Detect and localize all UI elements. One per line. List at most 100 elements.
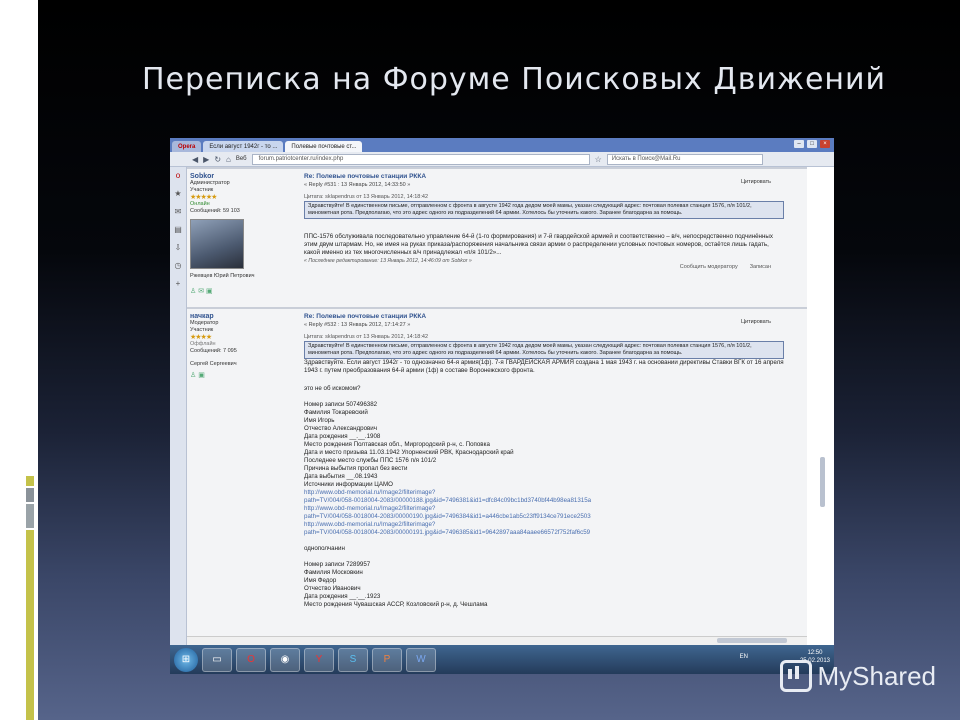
profile-icons[interactable]: ♙ ▣ <box>190 372 276 379</box>
vertical-scrollbar[interactable] <box>808 167 834 645</box>
record-line: Причина выбытия пропал без вести <box>304 465 408 472</box>
quote-block: Здравствуйте! В единственном письме, отп… <box>304 341 784 359</box>
post-author: Sobkor Администратор Участник ★★★★★ Онла… <box>190 173 276 295</box>
source-link[interactable]: path=TV/004/058-0018004-2083/00000191.jp… <box>304 529 784 537</box>
record-1: Номер записи 507496382 Фамилия Токаревск… <box>304 401 784 489</box>
post-reply-info: « Reply #531 : 13 Январь 2012, 14:33:50 … <box>304 182 411 188</box>
author-full-name: Сергей Сергеевич <box>190 361 237 367</box>
post-text: ППС-1576 обслуживала последовательно упр… <box>304 233 773 256</box>
slide-title: Переписка на Форуме Поисковых Движений <box>142 62 887 97</box>
minimize-icon[interactable]: – <box>794 140 804 148</box>
opera-icon[interactable]: o <box>170 167 186 185</box>
record-line: Отчество Иванович <box>304 585 361 592</box>
report-button[interactable]: Сообщить модератору <box>680 264 738 270</box>
opera-menu-button[interactable]: Opera <box>172 141 202 152</box>
source-link[interactable]: http://www.obd-memorial.ru/Image2/filter… <box>304 489 784 497</box>
record-line: Последнее место службы ППС 1576 п/я 101/… <box>304 457 437 464</box>
add-panel-icon[interactable]: + <box>170 275 186 293</box>
author-nick[interactable]: начкар <box>190 313 276 320</box>
cite-button[interactable]: Цитировать <box>741 319 771 325</box>
post-actions: Сообщить модератору Записан <box>680 264 771 270</box>
window-controls: – □ × <box>794 140 830 148</box>
author-group: Участник <box>190 187 214 193</box>
tab-label: Полевые почтовые ст... <box>291 143 357 150</box>
author-full-name: Ржевцев Юрий Петрович <box>190 273 255 279</box>
yandex-icon[interactable]: Y <box>304 647 334 672</box>
logged-label: Записан <box>749 264 771 270</box>
author-group: Участник <box>190 327 214 333</box>
rank-stars-icon: ★★★★★ <box>190 194 217 201</box>
author-role: Администратор <box>190 180 230 186</box>
chrome-icon[interactable]: ◉ <box>270 647 300 672</box>
record-line: Номер записи 507496382 <box>304 401 378 408</box>
scroll-thumb[interactable] <box>820 457 825 507</box>
mail-icon[interactable]: ✉ <box>170 203 186 221</box>
search-input[interactable]: Искать в Поиск@Mail.Ru <box>606 153 763 165</box>
tab-field-post[interactable]: Полевые почтовые ст... <box>285 141 363 152</box>
maximize-icon[interactable]: □ <box>807 140 817 148</box>
decor-bar <box>26 504 34 528</box>
skype-icon[interactable]: S <box>338 647 368 672</box>
post-body: Re: Полевые почтовые станции РККА « Repl… <box>304 313 784 609</box>
post-subject[interactable]: Re: Полевые почтовые станции РККА <box>304 313 784 321</box>
source-links: http://www.obd-memorial.ru/Image2/filter… <box>304 489 784 537</box>
background: Переписка на Форуме Поисковых Движений O… <box>0 0 960 720</box>
quote-header[interactable]: Цитата: sklapendrus от 13 Январь 2012, 1… <box>304 333 784 341</box>
forward-icon[interactable]: ▶ <box>203 155 209 164</box>
bookmarks-icon[interactable]: ★ <box>170 185 186 203</box>
record-line: Место рождения Полтавская обл., Миргород… <box>304 441 490 448</box>
horizontal-scrollbar[interactable] <box>187 636 807 645</box>
home-icon[interactable]: ⌂ <box>226 155 231 164</box>
cite-button[interactable]: Цитировать <box>741 179 771 185</box>
clock-time: 12:50 <box>807 650 823 656</box>
source-link[interactable]: path=TV/004/058-0018004-2083/00000188.jp… <box>304 497 784 505</box>
decor-bar <box>26 488 34 502</box>
source-link[interactable]: http://www.obd-memorial.ru/Image2/filter… <box>304 505 784 513</box>
quote-header[interactable]: Цитата: sklapendrus от 13 Январь 2012, 1… <box>304 193 784 201</box>
decor-bar <box>26 476 34 486</box>
reload-icon[interactable]: ↻ <box>214 155 221 164</box>
post-intro: Здравствуйте. Если август 1942г - то одн… <box>304 359 784 374</box>
online-status: Онлайн <box>190 201 210 207</box>
close-icon[interactable]: × <box>820 140 830 148</box>
record-line: Источники информации ЦАМО <box>304 481 393 488</box>
taskbar: ⊞ ▭ O ◉ Y S P W EN 12:50 25.02.2013 <box>170 645 834 674</box>
opera-label: Opera <box>178 143 196 150</box>
opera-icon[interactable]: O <box>236 647 266 672</box>
myshared-logo-icon <box>779 660 812 692</box>
record-line: Отчество Александрович <box>304 425 377 432</box>
record-line: Дата рождения __.__.1908 <box>304 433 381 440</box>
scroll-thumb[interactable] <box>717 638 787 643</box>
tab-label: Если август 1942г - то ... <box>209 143 278 150</box>
back-icon[interactable]: ◀ <box>192 155 198 164</box>
history-icon[interactable]: ◷ <box>170 257 186 275</box>
explorer-icon[interactable]: ▭ <box>202 647 232 672</box>
word-icon[interactable]: W <box>406 647 436 672</box>
powerpoint-icon[interactable]: P <box>372 647 402 672</box>
record-line: Номер записи 7289957 <box>304 561 371 568</box>
offline-status: Оффлайн <box>190 341 216 347</box>
tab-bar: Opera Если август 1942г - то ... Полевые… <box>170 138 834 152</box>
post-body: Re: Полевые почтовые станции РККА « Repl… <box>304 173 784 265</box>
source-link[interactable]: path=TV/004/058-0018004-2083/00000190.jp… <box>304 513 784 521</box>
watermark-text: MyShared <box>817 660 937 691</box>
author-nick[interactable]: Sobkor <box>190 173 276 180</box>
language-indicator[interactable]: EN <box>740 654 748 660</box>
author-role: Модератор <box>190 320 219 326</box>
tab-august-1942[interactable]: Если август 1942г - то ... <box>203 141 284 152</box>
star-icon[interactable]: ☆ <box>595 155 602 164</box>
record-line: Фамилия Токаревский <box>304 409 368 416</box>
record-line: Место рождения Чувашская АССР, Козловски… <box>304 601 488 608</box>
notes-icon[interactable]: ▤ <box>170 221 186 239</box>
downloads-icon[interactable]: ⇩ <box>170 239 186 257</box>
quote-block: Здравствуйте! В единственном письме, отп… <box>304 201 784 219</box>
post-reply-info: « Reply #532 : 13 Январь 2012, 17:14:27 … <box>304 322 411 328</box>
profile-icons[interactable]: ♙ ✉ ▣ <box>190 288 276 295</box>
forum-page: Sobkor Администратор Участник ★★★★★ Онла… <box>187 167 807 649</box>
record-line: Имя Федор <box>304 577 337 584</box>
post-subject[interactable]: Re: Полевые почтовые станции РККА <box>304 173 784 181</box>
start-button[interactable]: ⊞ <box>174 647 198 672</box>
navigation-bar: ◀ ▶ ↻ ⌂ Веб forum.patriotcenter.ru/index… <box>170 152 834 167</box>
source-link[interactable]: http://www.obd-memorial.ru/Image2/filter… <box>304 521 784 529</box>
address-bar[interactable]: forum.patriotcenter.ru/index.php <box>251 153 590 165</box>
